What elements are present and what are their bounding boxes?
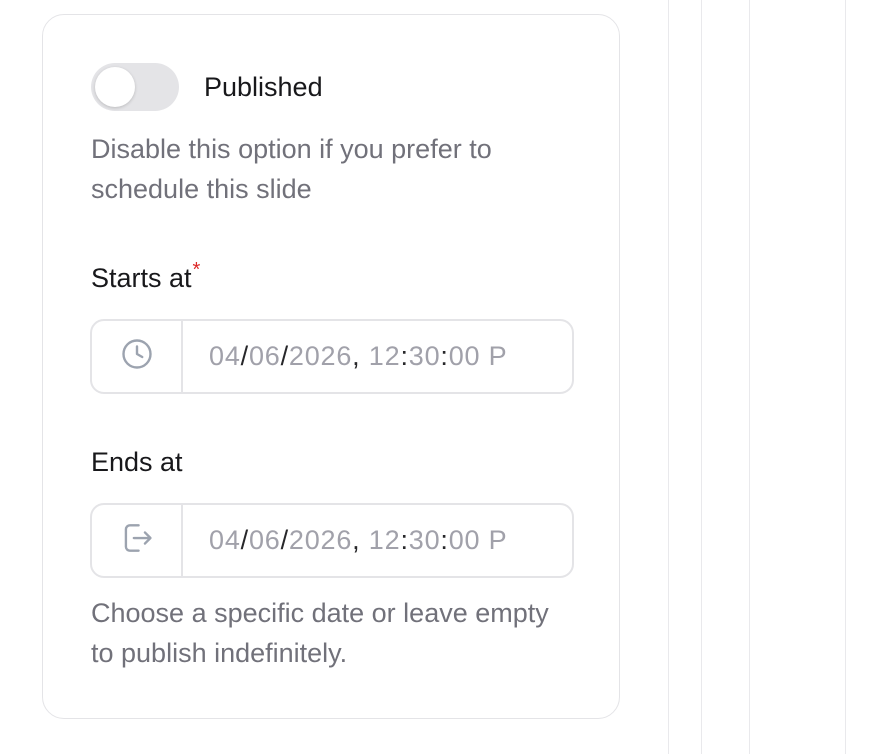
ends-at-input[interactable]: 04/06/2026, 12:30:00 P: [90, 503, 574, 578]
starts-at-label: Starts at*: [91, 259, 200, 294]
column-divider: [845, 0, 846, 754]
published-toggle-row: Published: [91, 63, 323, 111]
required-asterisk: *: [192, 259, 201, 281]
ends-at-ampm[interactable]: P: [489, 525, 508, 556]
starts-at-day[interactable]: 06: [249, 341, 281, 372]
published-help-text: Disable this option if you prefer to sch…: [91, 134, 492, 204]
starts-at-label-text: Starts at: [91, 263, 192, 293]
scheduling-card: Published Disable this option if you pre…: [42, 14, 620, 719]
starts-at-second[interactable]: 00: [449, 341, 481, 372]
ends-at-label: Ends at: [91, 447, 183, 477]
page: Published Disable this option if you pre…: [0, 0, 876, 754]
clock-icon: [119, 336, 155, 377]
starts-at-year[interactable]: 2026: [289, 341, 352, 372]
starts-at-month[interactable]: 04: [209, 341, 241, 372]
exit-icon: [118, 519, 156, 562]
ends-at-month[interactable]: 04: [209, 525, 241, 556]
column-divider: [668, 0, 669, 754]
starts-at-ampm[interactable]: P: [489, 341, 508, 372]
starts-at-value[interactable]: 04/06/2026, 12:30:00 P: [183, 321, 572, 392]
ends-at-minute[interactable]: 30: [409, 525, 441, 556]
toggle-knob: [95, 67, 135, 107]
starts-at-hour[interactable]: 12: [369, 341, 401, 372]
column-divider: [749, 0, 750, 754]
ends-at-prefix: [92, 505, 183, 576]
starts-at-prefix: [92, 321, 183, 392]
ends-at-second[interactable]: 00: [449, 525, 481, 556]
published-toggle[interactable]: [91, 63, 179, 111]
ends-at-year[interactable]: 2026: [289, 525, 352, 556]
starts-at-input[interactable]: 04/06/2026, 12:30:00 P: [90, 319, 574, 394]
starts-at-minute[interactable]: 30: [409, 341, 441, 372]
column-divider: [701, 0, 702, 754]
ends-at-value[interactable]: 04/06/2026, 12:30:00 P: [183, 505, 572, 576]
published-label: Published: [204, 71, 323, 102]
ends-at-hour[interactable]: 12: [369, 525, 401, 556]
ends-at-help-text: Choose a specific date or leave empty to…: [91, 598, 549, 668]
ends-at-day[interactable]: 06: [249, 525, 281, 556]
